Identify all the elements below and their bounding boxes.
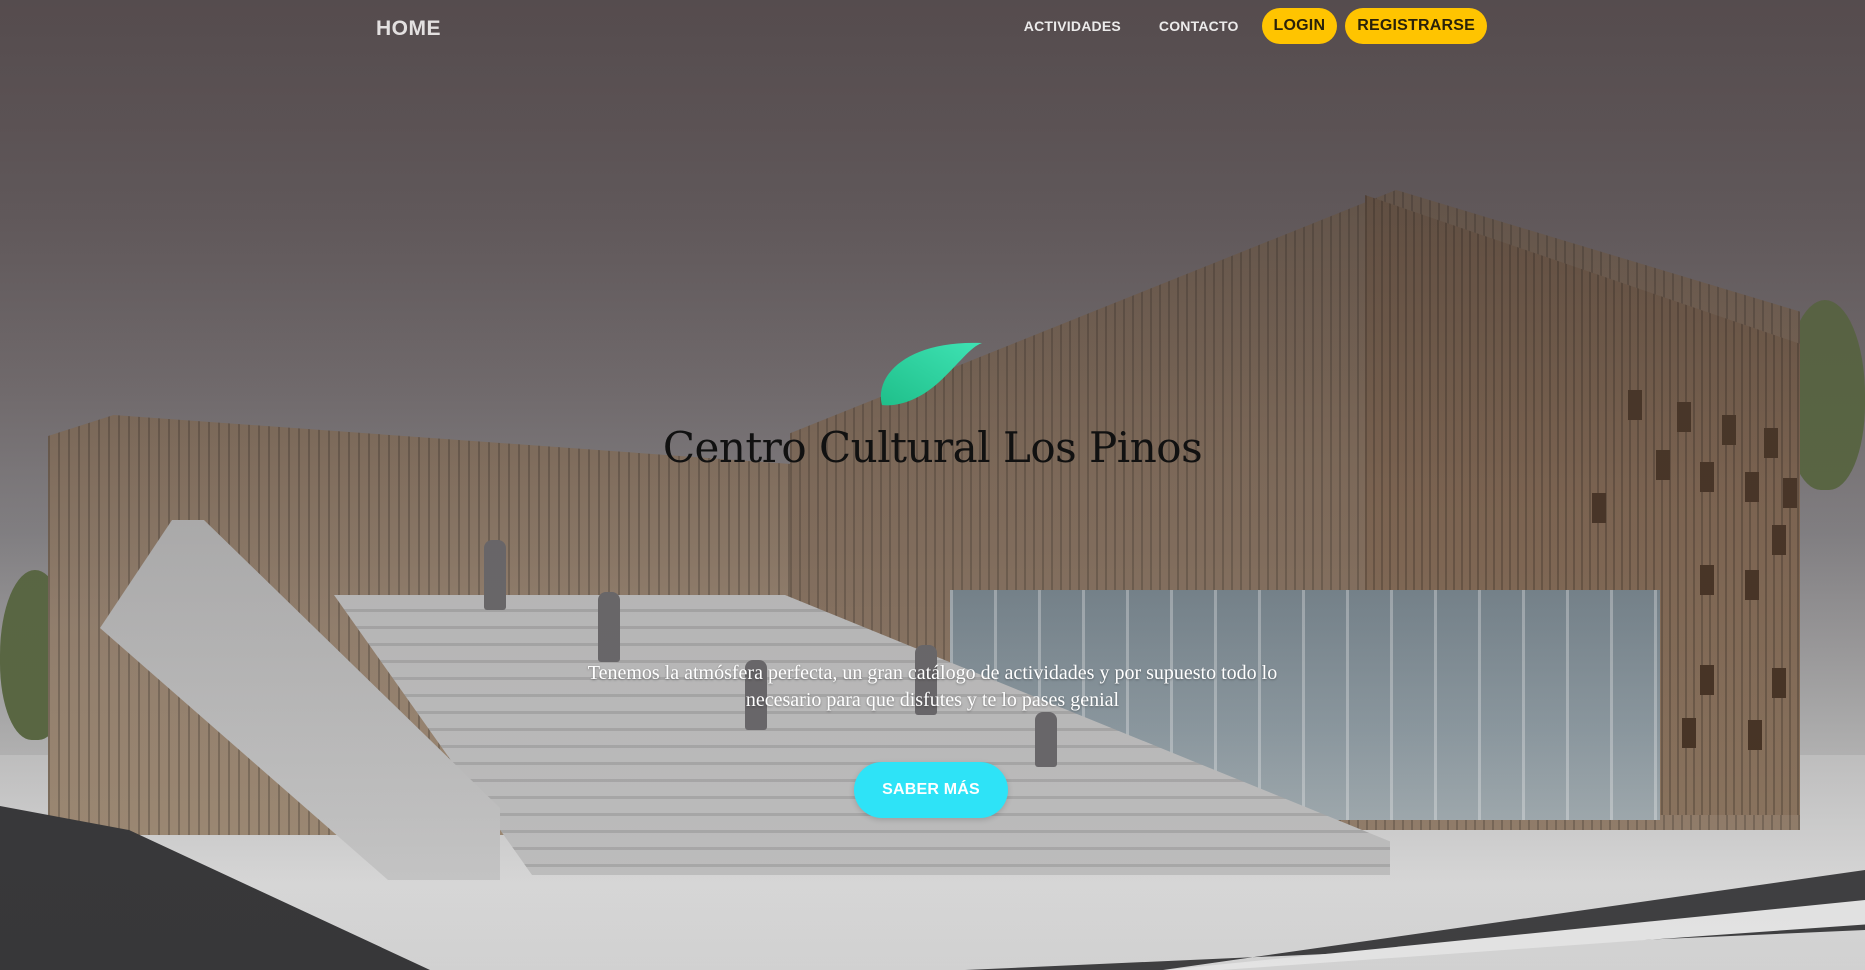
register-button[interactable]: REGISTRARSE bbox=[1345, 8, 1487, 44]
page-title: Centro Cultural Los Pinos bbox=[662, 423, 1203, 472]
login-button[interactable]: LOGIN bbox=[1261, 8, 1338, 44]
hero-section: HOME ACTIVIDADES CONTACTO LOGIN REGISTRA… bbox=[0, 0, 1865, 970]
dark-overlay bbox=[0, 0, 1865, 970]
background-photo bbox=[0, 0, 1865, 970]
nav-link-actividades[interactable]: ACTIVIDADES bbox=[1009, 8, 1136, 44]
hero-subtitle: Tenemos la atmósfera perfecta, un gran c… bbox=[587, 662, 1278, 711]
top-navbar: HOME ACTIVIDADES CONTACTO LOGIN REGISTRA… bbox=[0, 0, 1865, 60]
leaf-icon bbox=[880, 342, 982, 406]
nav-menu: ACTIVIDADES CONTACTO LOGIN REGISTRARSE bbox=[1009, 8, 1487, 44]
brand-home-link[interactable]: HOME bbox=[376, 17, 441, 41]
saber-mas-button[interactable]: SABER MÁS bbox=[854, 762, 1008, 818]
nav-link-contacto[interactable]: CONTACTO bbox=[1144, 8, 1254, 44]
